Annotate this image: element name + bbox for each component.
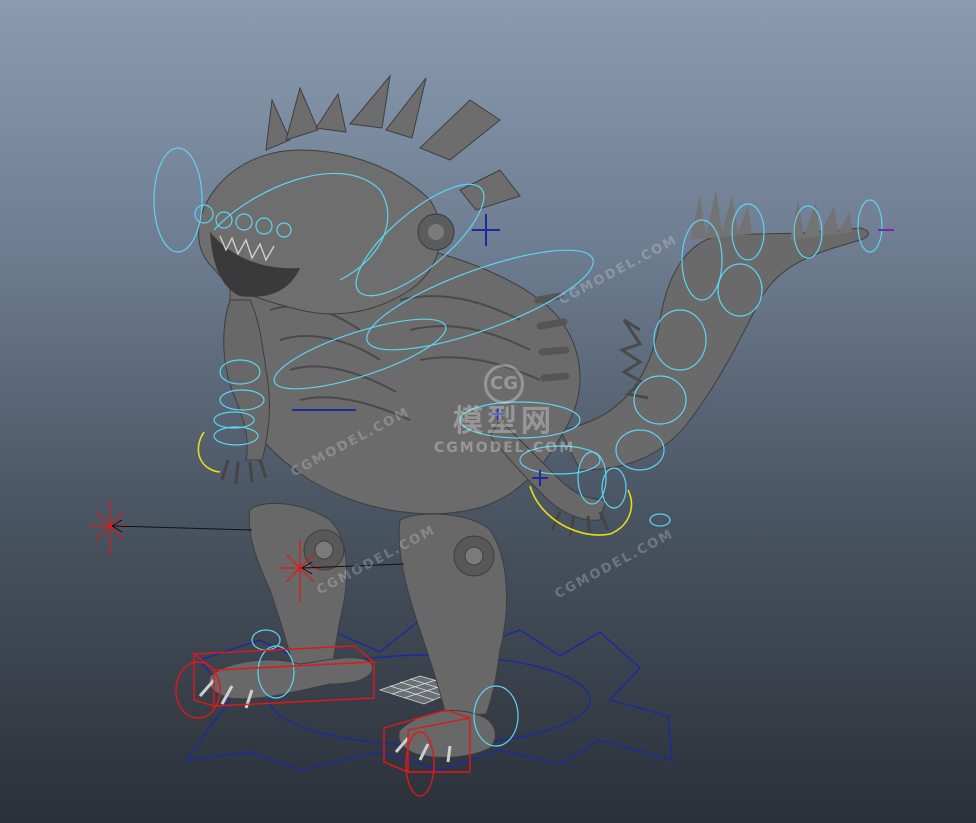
creature-legs [198,502,508,763]
head-control-ring [153,147,203,253]
watermark-center-url: CGMODEL.COM [434,440,576,456]
3d-viewport[interactable]: CG 模型网 CGMODEL.COM CGMODEL.COM CGMODEL.C… [0,0,976,823]
watermark-logo: CG [484,364,524,404]
watermark-chinese: 模型网 [453,404,555,439]
watermark-center: CG 模型网 CGMODEL.COM [434,364,574,456]
